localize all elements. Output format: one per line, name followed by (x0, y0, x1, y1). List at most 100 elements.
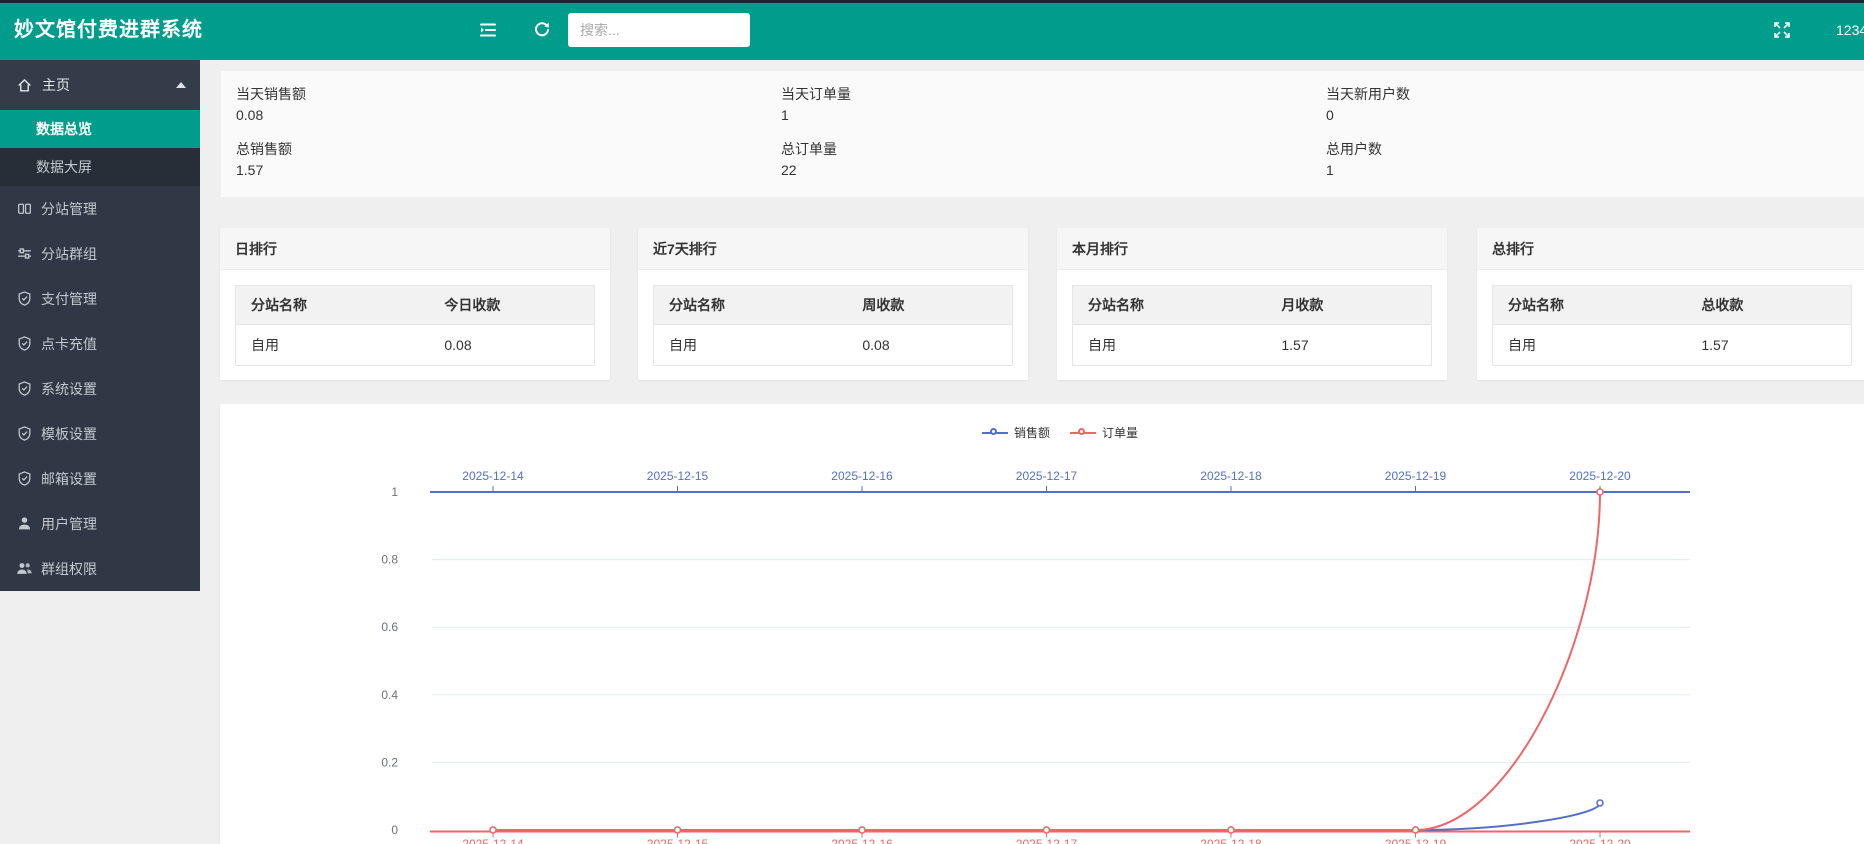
sidebar-item-mailbox-settings[interactable]: 邮箱设置 (0, 456, 200, 501)
sidebar-item-label: 数据大屏 (36, 159, 92, 175)
ranking-card-title: 本月排行 (1057, 228, 1447, 270)
sidebar-item-template-settings[interactable]: 模板设置 (0, 411, 200, 456)
table-row: 自用 0.08 (236, 325, 595, 366)
sidebar-item-label: 支付管理 (41, 289, 97, 309)
sidebar-item-payment-management[interactable]: 支付管理 (0, 276, 200, 321)
table-cell: 自用 (236, 325, 430, 366)
user-icon (16, 515, 33, 532)
ranking-row: 日排行 分站名称 今日收款 自用 0.08 近7天排行 (220, 228, 1864, 380)
svg-text:2025-12-15: 2025-12-15 (647, 837, 709, 844)
svg-text:2025-12-16: 2025-12-16 (831, 469, 893, 483)
sidebar-item-label: 系统设置 (41, 379, 97, 399)
column-header: 分站名称 (654, 286, 848, 325)
home-icon (16, 77, 33, 94)
column-header: 分站名称 (1073, 286, 1267, 325)
table-cell: 1.57 (1266, 325, 1431, 366)
shield-check-icon (16, 425, 33, 442)
svg-text:0.4: 0.4 (381, 688, 398, 702)
stat-value: 1.57 (236, 160, 781, 180)
column-header: 总收款 (1686, 286, 1851, 325)
main-content: 当天销售额 0.08 当天订单量 1 当天新用户数 0 总销售额 1.57 总订… (200, 60, 1864, 844)
sidebar-item-card-recharge[interactable]: 点卡充值 (0, 321, 200, 366)
sidebar-item-substation-management[interactable]: 分站管理 (0, 186, 200, 231)
svg-text:2025-12-14: 2025-12-14 (462, 837, 524, 844)
stat-label: 总订单量 (781, 138, 1326, 160)
sidebar-item-label: 邮箱设置 (41, 469, 97, 489)
sliders-icon (16, 245, 33, 262)
column-header: 月收款 (1266, 286, 1431, 325)
ranking-card-week: 近7天排行 分站名称 周收款 自用 0.08 (638, 228, 1028, 380)
legend-item-sales[interactable]: 销售额 (982, 424, 1050, 441)
line-series-icon (1070, 428, 1096, 438)
stat-label: 当天订单量 (781, 83, 1326, 105)
column-header: 周收款 (847, 286, 1012, 325)
sidebar-item-user-management[interactable]: 用户管理 (0, 501, 200, 546)
stat-cell-total-users: 总用户数 1 (1326, 138, 1864, 193)
svg-text:2025-12-20: 2025-12-20 (1569, 469, 1631, 483)
table-row: 自用 1.57 (1493, 325, 1852, 366)
menu-toggle-icon[interactable] (478, 20, 498, 40)
sidebar-item-label: 分站群组 (41, 244, 97, 264)
sidebar-item-data-screen[interactable]: 数据大屏 (0, 148, 200, 186)
table-row: 自用 0.08 (654, 325, 1013, 366)
sidebar-item-label: 数据总览 (36, 121, 92, 137)
svg-text:2025-12-15: 2025-12-15 (647, 469, 709, 483)
ranking-table: 分站名称 今日收款 自用 0.08 (235, 285, 595, 366)
sales-orders-chart-card: 销售额 订单量 00.20.40.60.812025-12-142025-12-… (220, 404, 1864, 844)
ranking-card-month: 本月排行 分站名称 月收款 自用 1.57 (1057, 228, 1447, 380)
svg-text:2025-12-18: 2025-12-18 (1200, 469, 1262, 483)
ranking-table: 分站名称 月收款 自用 1.57 (1072, 285, 1432, 366)
chart-legend: 销售额 订单量 (220, 424, 1864, 441)
table-cell: 1.57 (1686, 325, 1851, 366)
svg-text:0.6: 0.6 (381, 620, 398, 634)
stats-card: 当天销售额 0.08 当天订单量 1 当天新用户数 0 总销售额 1.57 总订… (220, 70, 1864, 198)
stat-value: 1 (1326, 160, 1864, 180)
fullscreen-icon[interactable] (1772, 20, 1792, 40)
shield-check-icon (16, 335, 33, 352)
stat-label: 总用户数 (1326, 138, 1864, 160)
column-header: 今日收款 (429, 286, 594, 325)
refresh-icon[interactable] (532, 20, 552, 40)
username-text[interactable]: 12345 (1836, 0, 1864, 60)
search-input[interactable] (568, 13, 750, 47)
sidebar-item-substation-groups[interactable]: 分站群组 (0, 231, 200, 276)
ranking-card-title: 近7天排行 (638, 228, 1028, 270)
stat-label: 当天新用户数 (1326, 83, 1864, 105)
table-cell: 自用 (1493, 325, 1687, 366)
users-icon (16, 560, 33, 577)
ranking-table: 分站名称 总收款 自用 1.57 (1492, 285, 1852, 366)
ranking-card-title: 日排行 (220, 228, 610, 270)
columns-icon (16, 200, 33, 217)
legend-label: 订单量 (1102, 424, 1138, 441)
sidebar: 主页 数据总览 数据大屏 分站管理 分站群组 支付管理 (0, 60, 200, 591)
sidebar-item-system-settings[interactable]: 系统设置 (0, 366, 200, 411)
svg-text:2025-12-17: 2025-12-17 (1016, 469, 1078, 483)
sidebar-item-label: 模板设置 (41, 424, 97, 444)
column-header: 分站名称 (1493, 286, 1687, 325)
top-accent-strip (0, 0, 1864, 3)
stat-cell-total-orders: 总订单量 22 (781, 138, 1326, 193)
column-header: 分站名称 (236, 286, 430, 325)
stat-label: 总销售额 (236, 138, 781, 160)
svg-text:2025-12-19: 2025-12-19 (1385, 469, 1447, 483)
legend-item-orders[interactable]: 订单量 (1070, 424, 1138, 441)
sidebar-item-group-permissions[interactable]: 群组权限 (0, 546, 200, 591)
app-title: 妙文馆付费进群系统 (14, 0, 203, 60)
chevron-up-icon (176, 82, 186, 88)
svg-text:0.2: 0.2 (381, 755, 398, 769)
ranking-card-daily: 日排行 分站名称 今日收款 自用 0.08 (220, 228, 610, 380)
stat-value: 0 (1326, 105, 1864, 125)
stat-cell-today-new-users: 当天新用户数 0 (1326, 83, 1864, 138)
stat-label: 当天销售额 (236, 83, 781, 105)
sidebar-item-label: 分站管理 (41, 199, 97, 219)
line-series-icon (982, 428, 1008, 438)
legend-label: 销售额 (1014, 424, 1050, 441)
stat-cell-today-sales: 当天销售额 0.08 (236, 83, 781, 138)
shield-check-icon (16, 290, 33, 307)
svg-text:2025-12-19: 2025-12-19 (1385, 837, 1447, 844)
sidebar-item-data-overview[interactable]: 数据总览 (0, 110, 200, 148)
sidebar-item-home[interactable]: 主页 (0, 60, 200, 110)
line-chart: 00.20.40.60.812025-12-142025-12-152025-1… (220, 404, 1864, 844)
ranking-card-title: 总排行 (1477, 228, 1864, 270)
table-cell: 自用 (654, 325, 848, 366)
